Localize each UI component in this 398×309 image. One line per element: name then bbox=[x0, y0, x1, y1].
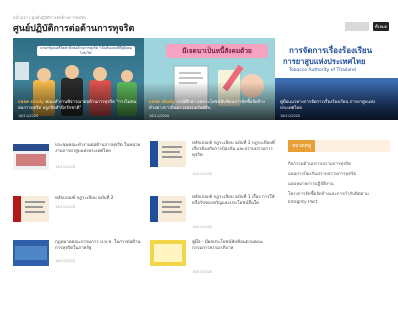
hero-caption: case study คณะทำงานพิจารณาต่อต้านการทุจร… bbox=[18, 100, 137, 111]
hero-card-1[interactable]: นายกรัฐมนตรีจิตสำนึกต่อต้านการทุจริต "เป… bbox=[13, 38, 144, 120]
hero-banner-text: มีเจตนาเป็นหนี้สังคมด้วย bbox=[166, 44, 268, 58]
breadcrumb[interactable]: หน้าแรก / ศูนย์ปฏิบัติการต่อต้านการทุจริ… bbox=[13, 14, 86, 21]
hero-card-2[interactable]: มีเจตนาเป็นหนี้สังคมด้วย case study กรณี… bbox=[144, 38, 275, 120]
news-title: คู่มือ - มีผลประโยชน์ทับซ้อนตามคณะกรรมกา… bbox=[192, 240, 264, 251]
category-item-5[interactable]: Integrity Pact bbox=[288, 200, 393, 205]
news-date: 16/11/2020 bbox=[55, 205, 76, 209]
hero-caption: case study กรณีศึกษา ผลประโยชน์ทับซ้อนกา… bbox=[149, 100, 265, 111]
news-title: ประชุมคณะทำงานต่อต้านการทุจริต ในหน่วยงา… bbox=[55, 143, 141, 154]
news-date: 16/11/2020 bbox=[55, 165, 76, 169]
hero-banner-subtitle: การยาสูบแห่งประเทศไทย bbox=[283, 57, 366, 66]
news-title: หลักเกณฑ์ กฎระเบียบ ฉบับที่ 3 กฎระเบียบท… bbox=[192, 141, 275, 158]
hero-caption: คู่มือแนวทางการจัดการเรื่องร้องเรียน การ… bbox=[280, 100, 376, 111]
news-thumbnail bbox=[13, 144, 49, 170]
news-title: หลักเกณฑ์ กฎระเบียบ ฉบับที่ 1 เรื่อง การ… bbox=[192, 195, 275, 206]
hero-banner-english: Tobacco Authority of Thailand bbox=[289, 68, 356, 73]
news-thumbnail bbox=[150, 240, 186, 266]
category-item-4[interactable]: โครงการจัดซื้อจัดจ้างและการกำกับติดตาม bbox=[288, 190, 393, 197]
news-date: 16/11/2020 bbox=[192, 225, 213, 229]
hero-date: 16/11/2020 bbox=[280, 114, 301, 118]
news-date: 16/11/2020 bbox=[192, 172, 213, 176]
category-item-1[interactable]: กิจกรรมด้านปราบปรามการทุจริต bbox=[288, 160, 393, 167]
news-title: หลักเกณฑ์ กฎระเบียบ ฉบับที่ 2 bbox=[55, 196, 114, 201]
news-thumbnail bbox=[13, 196, 49, 222]
page-title: ศูนย์ปฏิบัติการต่อต้านการทุจริต bbox=[13, 24, 135, 34]
hero-card-3[interactable]: การจัดการเรื่องร้องเรียน การยาสูบแห่งประ… bbox=[275, 38, 398, 120]
view-toggle-button[interactable]: ทั้งหมด bbox=[373, 22, 389, 31]
news-title: กฎหมายคณะกรรมการ ป.ป.ช. ในการต่อต้านการท… bbox=[55, 240, 141, 251]
category-header: หมวดหมู่ bbox=[288, 140, 390, 152]
hero-date: 16/11/2020 bbox=[149, 114, 170, 118]
news-thumbnail bbox=[150, 196, 186, 222]
hero-date: 16/11/2020 bbox=[18, 114, 39, 118]
category-item-2[interactable]: แผนการป้องกันปราบปรามการทุจริต bbox=[288, 170, 393, 177]
category-item-3[interactable]: มอบหมายการปฏิบัติงาน bbox=[288, 180, 393, 187]
news-thumbnail bbox=[13, 240, 49, 266]
hero-banner-text: นายกรัฐมนตรีจิตสำนึกต่อต้านการทุจริต "เป… bbox=[37, 46, 135, 56]
news-date: 16/11/2020 bbox=[55, 259, 76, 263]
search-field[interactable] bbox=[345, 22, 369, 31]
news-date: 16/11/2020 bbox=[192, 270, 213, 274]
news-thumbnail bbox=[150, 141, 186, 167]
